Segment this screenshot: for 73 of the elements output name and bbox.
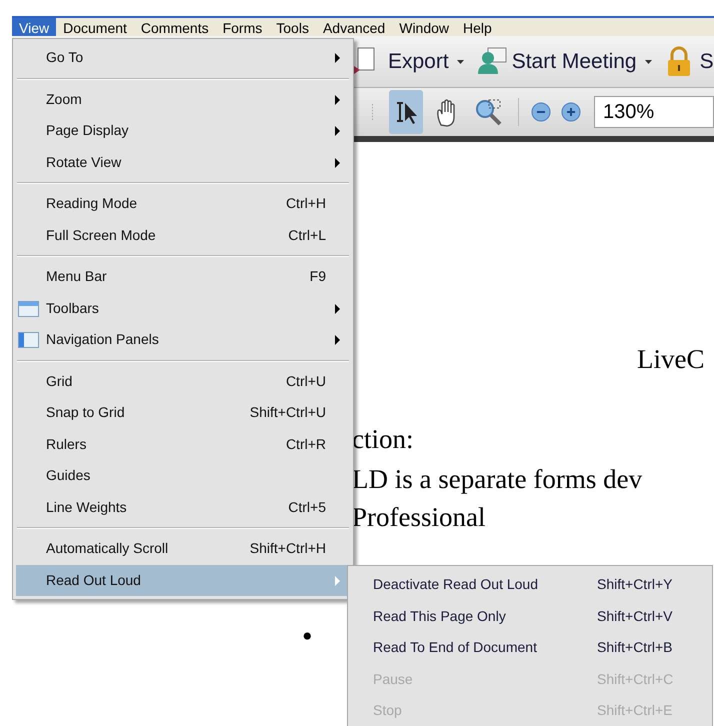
- menu-item-label: Menu Bar: [46, 267, 107, 286]
- menu-item[interactable]: Read Out Loud: [16, 564, 350, 596]
- menu-item[interactable]: Reading Mode Ctrl+H: [16, 188, 350, 220]
- menu-item-label: Zoom: [46, 90, 82, 109]
- menu-item[interactable]: Automatically Scroll Shift+Ctrl+H: [16, 533, 350, 564]
- menu-item[interactable]: Menu Bar F9: [16, 261, 350, 292]
- shortcut-label: F9: [310, 267, 326, 286]
- shortcut-label: Shift+Ctrl+C: [597, 670, 674, 689]
- menu-bar-item[interactable]: Forms: [216, 18, 270, 36]
- menu-item[interactable]: Go To: [16, 42, 350, 74]
- menu-bar-item[interactable]: Comments: [134, 18, 216, 36]
- document-text: Professional: [352, 504, 486, 531]
- menu-item[interactable]: Read To End of Document: [373, 637, 537, 658]
- menu-item-label: Line Weights: [46, 498, 127, 517]
- menu-bar-item[interactable]: Help: [456, 18, 499, 36]
- menu-bar-item[interactable]: Tools: [269, 18, 316, 36]
- zoom-field[interactable]: 130%: [594, 96, 714, 128]
- menu-item-label: Grid: [46, 372, 72, 391]
- tool-button[interactable]: [389, 90, 423, 134]
- menu-item[interactable]: Guides: [16, 460, 350, 492]
- menu-item[interactable]: Toolbars: [16, 292, 350, 324]
- menu-item[interactable]: Zoom: [16, 84, 350, 115]
- menu-item[interactable]: Grid Ctrl+U: [16, 366, 350, 397]
- shortcut-label: Ctrl+U: [286, 372, 326, 391]
- menu-item[interactable]: Deactivate Read Out Loud: [373, 574, 538, 596]
- zoom-in-icon: [561, 102, 582, 122]
- menu-item-label: Go To: [46, 48, 84, 68]
- menu-bar-item[interactable]: Advanced: [316, 18, 392, 36]
- panel-icon: [18, 332, 39, 348]
- menu-item-label: Full Screen Mode: [46, 226, 156, 245]
- menu-item[interactable]: Line Weights Ctrl+5: [16, 492, 350, 523]
- shortcut-label: Ctrl+R: [286, 434, 326, 454]
- toolbar-button[interactable]: S: [664, 46, 714, 78]
- menu-item[interactable]: Full Screen Mode Ctrl+L: [16, 220, 350, 251]
- zoom-out-icon: [531, 102, 552, 122]
- document-text: LiveC: [637, 346, 704, 373]
- menu-item-label: Rulers: [46, 434, 86, 454]
- menu-bar-item[interactable]: Window: [392, 18, 456, 36]
- menu-item-label: Navigation Panels: [46, 330, 159, 350]
- menu-item[interactable]: Read This Page Only: [373, 606, 506, 627]
- menu-item-label: Read Out Loud: [46, 570, 141, 590]
- menu-item-label: Guides: [46, 466, 90, 486]
- menu-bar-item[interactable]: View: [12, 18, 56, 36]
- menu-item-label: Toolbars: [46, 298, 99, 318]
- menu-item: Stop: [373, 701, 402, 720]
- window-icon: [18, 300, 39, 316]
- menu-item[interactable]: Rotate View: [16, 146, 350, 178]
- bullet: •: [302, 622, 313, 652]
- menu-item: Pause: [373, 670, 413, 689]
- menu-item[interactable]: Page Display: [16, 115, 350, 146]
- shortcut-label: Ctrl+5: [288, 498, 326, 517]
- menu-item-label: Rotate View: [46, 152, 122, 172]
- toolbar-button[interactable]: Start Meeting: [476, 46, 652, 78]
- menu-item-label: Snap to Grid: [46, 403, 125, 422]
- menu-bar-item[interactable]: Document: [56, 18, 134, 36]
- shortcut-label: Shift+Ctrl+U: [250, 403, 326, 422]
- document-text: ction:: [352, 426, 414, 453]
- menu-item-label: Reading Mode: [46, 194, 138, 214]
- shortcut-label: Ctrl+L: [288, 226, 326, 245]
- shortcut-label: Shift+Ctrl+V: [597, 606, 672, 626]
- menu-item-label: Automatically Scroll: [46, 539, 168, 558]
- menu-item[interactable]: Navigation Panels: [16, 324, 350, 356]
- zoom-tool-icon: [474, 97, 504, 127]
- document-text: LD is a separate forms dev: [352, 466, 642, 493]
- menu-item[interactable]: Rulers Ctrl+R: [16, 428, 350, 460]
- shortcut-label: Shift+Ctrl+Y: [597, 575, 672, 594]
- menu-item-label: Page Display: [46, 121, 128, 140]
- shortcut-label: Ctrl+H: [286, 194, 326, 214]
- shortcut-label: Shift+Ctrl+E: [597, 701, 672, 720]
- shortcut-label: Shift+Ctrl+B: [597, 638, 672, 658]
- shortcut-label: Shift+Ctrl+H: [250, 539, 326, 558]
- toolbar-button[interactable]: Export: [352, 46, 464, 78]
- menu-item[interactable]: Snap to Grid Shift+Ctrl+U: [16, 397, 350, 428]
